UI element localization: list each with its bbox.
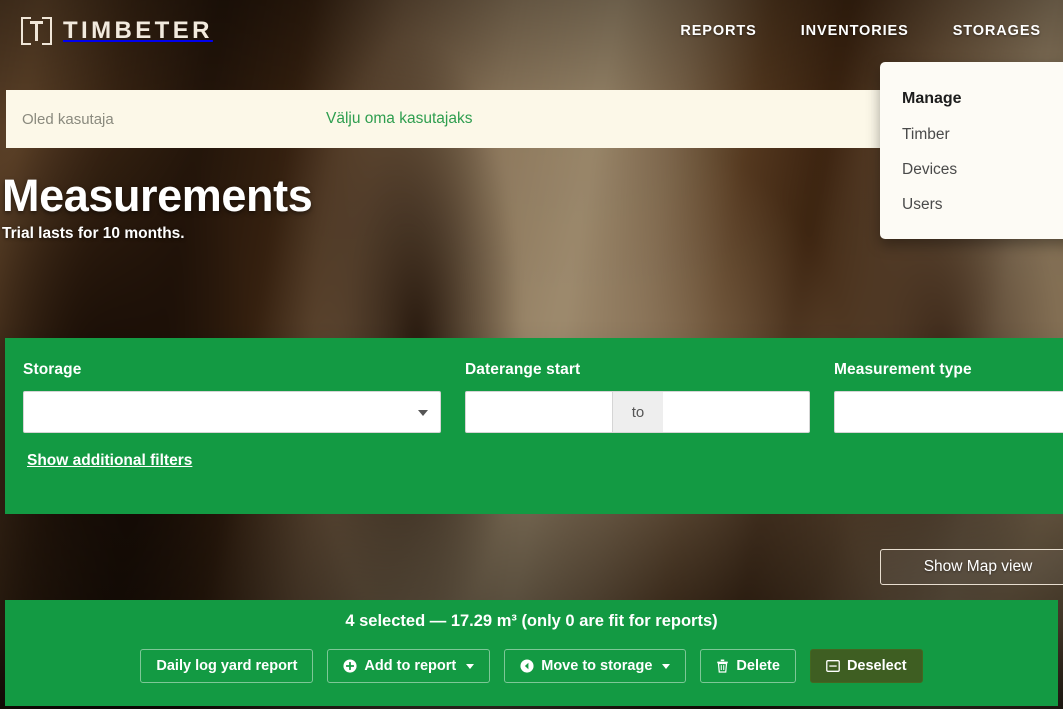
show-map-view-button[interactable]: Show Map view <box>880 549 1063 585</box>
delete-button[interactable]: Delete <box>700 649 796 683</box>
chevron-down-icon <box>466 663 475 669</box>
trash-icon <box>716 659 729 673</box>
nav-item-storages[interactable]: STORAGES <box>931 0 1063 62</box>
dropdown-header-manage: Manage <box>902 90 962 107</box>
banner-message: Oled kasutaja <box>22 110 114 128</box>
dropdown-item-devices[interactable]: Devices <box>880 161 1063 178</box>
deselect-label: Deselect <box>846 658 907 674</box>
measurement-type-input[interactable] <box>834 391 1063 433</box>
move-to-storage-button[interactable]: Move to storage <box>504 649 687 683</box>
deselect-button[interactable]: Deselect <box>809 649 923 683</box>
dropdown-item-users[interactable]: Users <box>880 196 1063 213</box>
add-to-report-label: Add to report <box>364 658 457 674</box>
filter-panel: Storage Daterange start to Measurement t… <box>5 338 1063 514</box>
measurement-type-field: Measurement type <box>834 361 1063 433</box>
dropdown-item-timber[interactable]: Timber <box>880 126 1063 143</box>
page-heading: Measurements Trial lasts for 10 months. <box>2 170 313 243</box>
storage-select[interactable] <box>23 391 441 433</box>
add-to-report-button[interactable]: Add to report <box>327 649 491 683</box>
manage-dropdown-menu: Manage Timber Devices Users <box>880 62 1063 240</box>
chevron-down-icon <box>662 663 671 669</box>
daterange-field: Daterange start to <box>465 361 810 433</box>
trial-notice: Trial lasts for 10 months. <box>2 225 185 243</box>
delete-label: Delete <box>736 658 780 674</box>
move-to-storage-label: Move to storage <box>541 658 653 674</box>
daterange-end-input[interactable] <box>663 391 810 433</box>
selection-summary: 4 selected — 17.29 m³ (only 0 are fit fo… <box>345 612 718 630</box>
daterange-start-input[interactable] <box>465 391 613 433</box>
chevron-down-icon <box>418 410 428 416</box>
brand-logo[interactable]: TIMBETER <box>21 17 213 45</box>
minus-square-icon <box>826 659 840 673</box>
nav-item-reports[interactable]: REPORTS <box>658 0 778 62</box>
storage-label: Storage <box>23 361 82 378</box>
selection-actions: Daily log yard report Add to report Move… <box>5 649 1058 683</box>
timbeter-logo-mark-icon <box>21 17 52 45</box>
show-additional-filters-link[interactable]: Show additional filters <box>27 452 192 470</box>
exit-impersonation-link[interactable]: Välju oma kasutajaks <box>326 110 472 128</box>
app-root: TIMBETER REPORTS INVENTORIES STORAGES Ma… <box>0 0 1063 709</box>
daily-log-yard-report-label: Daily log yard report <box>156 658 298 674</box>
daily-log-yard-report-button[interactable]: Daily log yard report <box>140 649 314 683</box>
nav-item-inventories[interactable]: INVENTORIES <box>779 0 931 62</box>
measurement-type-label: Measurement type <box>834 361 972 378</box>
selection-action-bar: 4 selected — 17.29 m³ (only 0 are fit fo… <box>5 600 1058 706</box>
top-navigation-bar: TIMBETER REPORTS INVENTORIES STORAGES <box>0 0 1063 62</box>
main-nav: REPORTS INVENTORIES STORAGES <box>658 0 1063 62</box>
daterange-group: to <box>465 391 810 433</box>
plus-circle-icon <box>343 659 357 673</box>
arrow-left-circle-icon <box>520 659 534 673</box>
page-title: Measurements <box>2 170 313 221</box>
daterange-separator: to <box>613 391 663 433</box>
brand-name: TIMBETER <box>63 17 213 44</box>
daterange-label: Daterange start <box>465 361 581 378</box>
storage-field: Storage <box>23 361 441 433</box>
